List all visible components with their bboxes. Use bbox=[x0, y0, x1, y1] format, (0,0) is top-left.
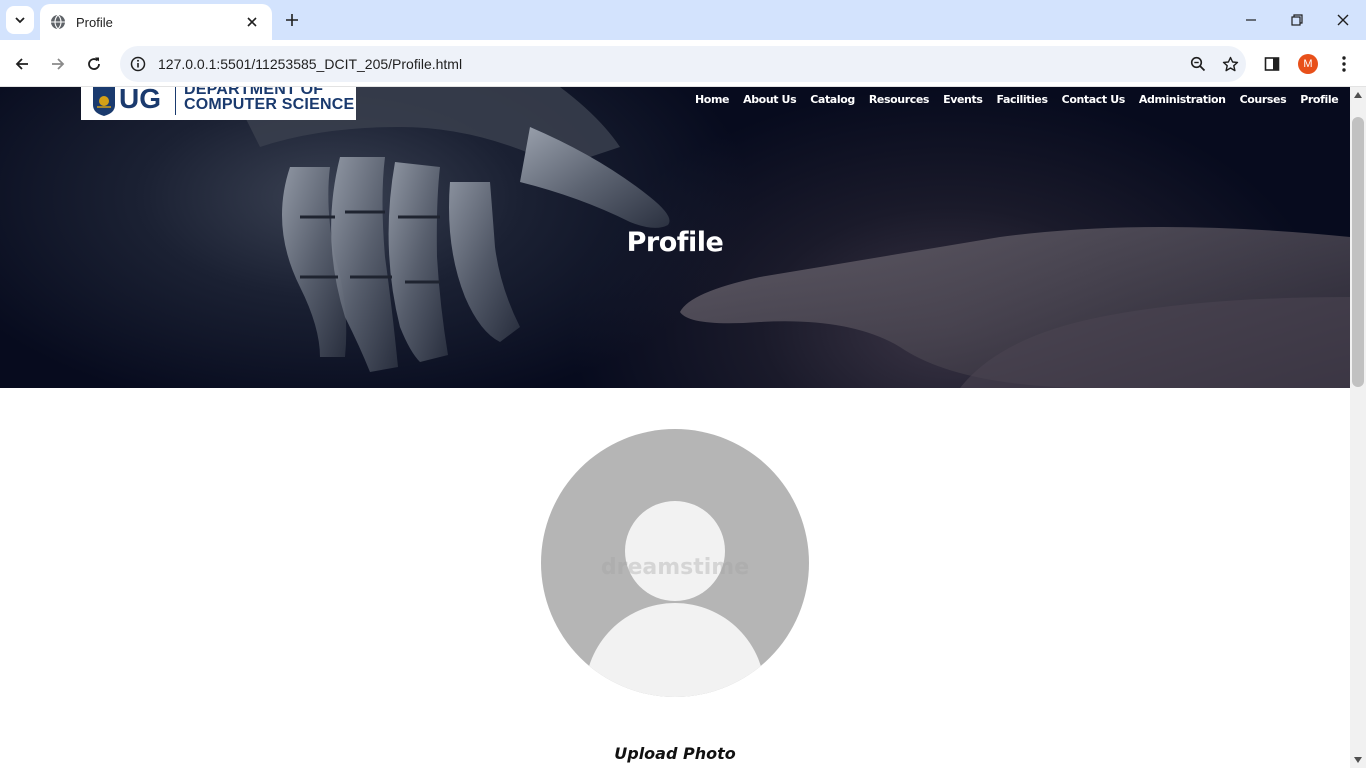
avatar-body-shape bbox=[585, 603, 765, 697]
page-scrollbar[interactable] bbox=[1350, 87, 1366, 768]
scroll-thumb[interactable] bbox=[1352, 117, 1364, 387]
chevron-down-icon bbox=[15, 17, 25, 24]
nav-about-us[interactable]: About Us bbox=[743, 93, 797, 107]
upload-photo-label[interactable]: Upload Photo bbox=[0, 744, 1350, 763]
side-panel-icon bbox=[1264, 57, 1280, 71]
zoom-icon[interactable] bbox=[1182, 50, 1214, 78]
scroll-down-arrow-icon[interactable] bbox=[1350, 752, 1366, 768]
logo-line-2: COMPUTER SCIENCE bbox=[184, 96, 355, 113]
scroll-up-arrow-icon[interactable] bbox=[1350, 87, 1366, 103]
profile-button[interactable]: M bbox=[1294, 50, 1322, 78]
close-window-button[interactable] bbox=[1320, 0, 1366, 40]
nav-courses[interactable]: Courses bbox=[1240, 93, 1287, 107]
minimize-button[interactable] bbox=[1228, 0, 1274, 40]
logo-short-name: UG bbox=[119, 87, 161, 114]
close-icon bbox=[1337, 14, 1349, 26]
nav-contact-us[interactable]: Contact Us bbox=[1062, 93, 1126, 107]
tab-close-icon[interactable] bbox=[242, 12, 262, 32]
avatar-placeholder: dreamstime bbox=[541, 429, 809, 697]
nav-catalog[interactable]: Catalog bbox=[810, 93, 855, 107]
info-icon[interactable] bbox=[124, 50, 152, 78]
profile-avatar: M bbox=[1298, 54, 1318, 74]
plus-icon bbox=[286, 14, 298, 26]
side-panel-button[interactable] bbox=[1258, 50, 1286, 78]
nav-profile[interactable]: Profile bbox=[1300, 93, 1338, 107]
browser-menu-button[interactable] bbox=[1330, 50, 1358, 78]
nav-administration[interactable]: Administration bbox=[1139, 93, 1226, 107]
nav-facilities[interactable]: Facilities bbox=[996, 93, 1048, 107]
reload-icon bbox=[88, 57, 100, 70]
nav-events[interactable]: Events bbox=[943, 93, 983, 107]
university-crest-icon bbox=[93, 87, 115, 116]
back-button[interactable] bbox=[8, 50, 36, 78]
reload-button[interactable] bbox=[80, 50, 108, 78]
restore-icon bbox=[1291, 14, 1303, 26]
logo-divider bbox=[175, 87, 176, 115]
restore-button[interactable] bbox=[1274, 0, 1320, 40]
image-watermark: dreamstime bbox=[600, 555, 750, 580]
tab-title: Profile bbox=[76, 14, 113, 30]
nav-resources[interactable]: Resources bbox=[869, 93, 930, 107]
browser-toolbar: 127.0.0.1:5501/11253585_DCIT_205/Profile… bbox=[0, 40, 1366, 87]
tab-search-button[interactable] bbox=[6, 6, 34, 34]
nav-home[interactable]: Home bbox=[695, 93, 729, 107]
avatar-head-shape bbox=[625, 501, 725, 601]
site-logo[interactable]: UG DEPARTMENT OF COMPUTER SCIENCE bbox=[81, 87, 356, 120]
page-viewport: UG DEPARTMENT OF COMPUTER SCIENCE Home A… bbox=[0, 87, 1350, 768]
page-title: Profile bbox=[626, 227, 724, 258]
minimize-icon bbox=[1246, 19, 1256, 21]
globe-icon bbox=[50, 14, 66, 30]
arrow-right-icon bbox=[52, 58, 65, 70]
main-nav: Home About Us Catalog Resources Events F… bbox=[688, 93, 1345, 107]
arrow-left-icon bbox=[15, 58, 28, 70]
address-bar[interactable]: 127.0.0.1:5501/11253585_DCIT_205/Profile… bbox=[120, 46, 1246, 82]
bookmark-star-icon[interactable] bbox=[1214, 50, 1246, 78]
profile-section: dreamstime Upload Photo bbox=[0, 388, 1350, 768]
kebab-menu-icon bbox=[1342, 56, 1346, 72]
hero-banner: UG DEPARTMENT OF COMPUTER SCIENCE Home A… bbox=[0, 87, 1350, 388]
forward-button[interactable] bbox=[44, 50, 72, 78]
url-text[interactable]: 127.0.0.1:5501/11253585_DCIT_205/Profile… bbox=[158, 56, 1182, 72]
tab-strip: Profile bbox=[0, 0, 1366, 40]
active-tab[interactable]: Profile bbox=[40, 4, 272, 40]
new-tab-button[interactable] bbox=[280, 8, 304, 32]
